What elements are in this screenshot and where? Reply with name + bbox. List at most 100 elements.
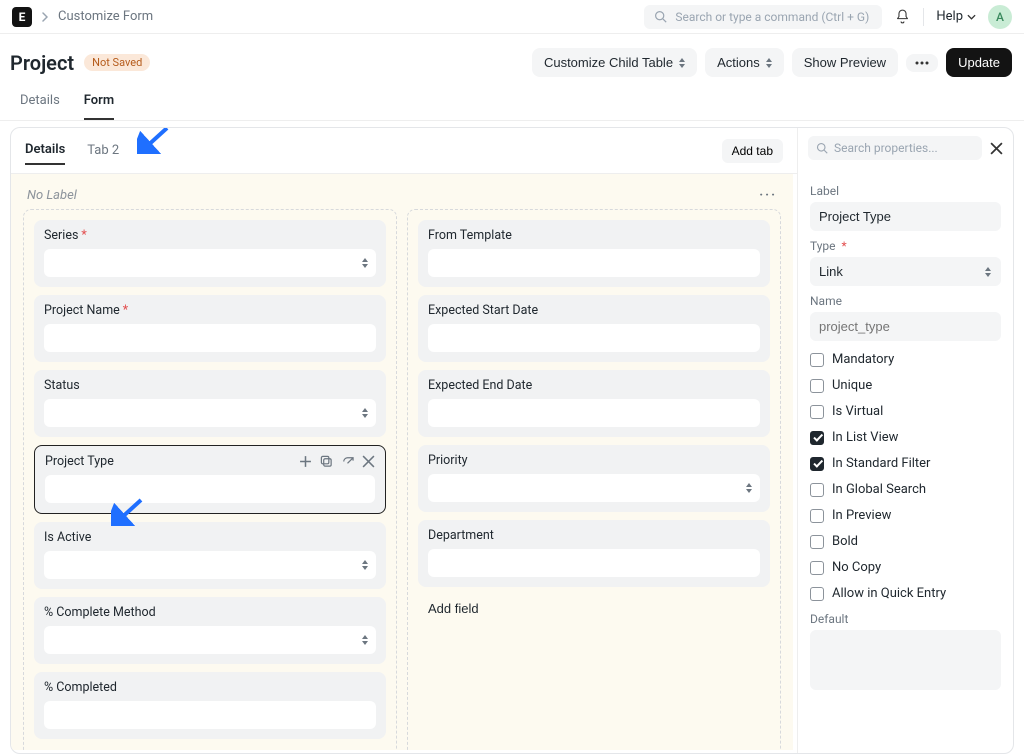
field-input[interactable]	[44, 551, 376, 579]
chevron-down-icon	[967, 14, 976, 20]
status-badge: Not Saved	[84, 54, 150, 71]
form-field[interactable]: Project Type	[34, 445, 386, 514]
form-field[interactable]: Status	[34, 370, 386, 437]
prop-default-input[interactable]	[810, 630, 1001, 690]
section-menu-icon[interactable]: ···	[759, 188, 777, 203]
prop-checkbox-row[interactable]: In Standard Filter	[810, 456, 1001, 471]
prop-checkbox-row[interactable]: In Global Search	[810, 482, 1001, 497]
checkbox[interactable]	[810, 535, 824, 549]
field-input[interactable]	[45, 475, 375, 503]
field-label-text: Is Active	[44, 530, 91, 545]
help-menu[interactable]: Help	[936, 9, 976, 24]
updown-icon	[362, 408, 368, 418]
field-label-text: Series	[44, 228, 78, 243]
prop-label-label: Label	[810, 184, 1001, 198]
checkbox[interactable]	[810, 457, 824, 471]
form-canvas: Details Tab 2 Add tab No Label ··· Serie…	[11, 128, 797, 753]
form-field[interactable]: Priority	[418, 445, 770, 512]
checkbox-label: Unique	[832, 378, 872, 393]
tab-2-inner[interactable]: Tab 2	[87, 137, 119, 164]
checkbox[interactable]	[810, 405, 824, 419]
form-field[interactable]: Expected Start Date	[418, 295, 770, 362]
prop-checkbox-row[interactable]: In List View	[810, 430, 1001, 445]
field-label-text: From Template	[428, 228, 512, 243]
search-placeholder: Search or type a command (Ctrl + G)	[675, 10, 869, 24]
prop-label-input[interactable]	[810, 202, 1001, 231]
form-field[interactable]: Department	[418, 520, 770, 587]
checkbox[interactable]	[810, 509, 824, 523]
form-field[interactable]: Is Active	[34, 522, 386, 589]
checkbox-label: Bold	[832, 534, 858, 549]
form-field[interactable]: From Template	[418, 220, 770, 287]
outer-tabs: Details Form	[0, 85, 1024, 121]
properties-panel: Search properties... Label Type * Name M…	[797, 128, 1013, 753]
field-label-text: Project Type	[45, 454, 114, 469]
field-input[interactable]	[44, 399, 376, 427]
topbar: E Customize Form Search or type a comman…	[0, 0, 1024, 34]
properties-search[interactable]: Search properties...	[808, 136, 982, 160]
copy-icon[interactable]	[320, 455, 333, 468]
prop-checkbox-row[interactable]: Bold	[810, 534, 1001, 549]
show-preview-button[interactable]: Show Preview	[792, 48, 898, 77]
prop-checkbox-row[interactable]: Is Virtual	[810, 404, 1001, 419]
checkbox[interactable]	[810, 561, 824, 575]
command-search[interactable]: Search or type a command (Ctrl + G)	[644, 5, 882, 29]
notifications-icon[interactable]	[894, 8, 911, 25]
app-logo[interactable]: E	[12, 7, 32, 27]
checkbox[interactable]	[810, 483, 824, 497]
close-panel-button[interactable]	[990, 142, 1003, 155]
form-field[interactable]: Series*	[34, 220, 386, 287]
breadcrumb[interactable]: Customize Form	[58, 9, 153, 24]
prop-checkbox-row[interactable]: In Preview	[810, 508, 1001, 523]
add-icon[interactable]	[299, 455, 312, 468]
dots-icon	[915, 61, 929, 65]
field-label-text: Department	[428, 528, 494, 543]
form-field[interactable]: % Complete Method	[34, 597, 386, 664]
update-button[interactable]: Update	[946, 48, 1012, 77]
prop-checkbox-row[interactable]: Unique	[810, 378, 1001, 393]
tab-details-outer[interactable]: Details	[20, 85, 60, 120]
field-label-text: % Completed	[44, 680, 117, 695]
breadcrumb-separator	[42, 12, 48, 22]
actions-menu-button[interactable]: Actions	[705, 48, 784, 77]
workspace: Details Tab 2 Add tab No Label ··· Serie…	[10, 127, 1014, 754]
field-input[interactable]	[428, 324, 760, 352]
checkbox[interactable]	[810, 431, 824, 445]
add-tab-button[interactable]: Add tab	[722, 139, 783, 163]
close-icon[interactable]	[362, 455, 375, 468]
prop-checkbox-row[interactable]: No Copy	[810, 560, 1001, 575]
prop-name-input[interactable]	[810, 312, 1001, 341]
prop-type-select[interactable]	[810, 257, 1001, 286]
add-field-button[interactable]: Add field	[418, 595, 489, 622]
field-input[interactable]	[428, 399, 760, 427]
checkbox[interactable]	[810, 379, 824, 393]
checkbox-label: In Standard Filter	[832, 456, 930, 471]
tab-details-inner[interactable]: Details	[25, 136, 65, 165]
field-input[interactable]	[44, 249, 376, 277]
field-input[interactable]	[44, 701, 376, 729]
field-input[interactable]	[428, 249, 760, 277]
prop-name-label: Name	[810, 294, 1001, 308]
checkbox[interactable]	[810, 587, 824, 601]
checkbox[interactable]	[810, 353, 824, 367]
user-avatar[interactable]: A	[988, 5, 1012, 29]
add-field-button[interactable]: Add field	[34, 747, 105, 750]
search-icon	[654, 10, 667, 23]
section-no-label: No Label ··· Series* Project Name* Statu…	[11, 174, 793, 750]
form-field[interactable]: Expected End Date	[418, 370, 770, 437]
field-input[interactable]	[428, 549, 760, 577]
prop-checkbox-row[interactable]: Allow in Quick Entry	[810, 586, 1001, 601]
form-field[interactable]: Project Name*	[34, 295, 386, 362]
more-menu-button[interactable]	[906, 54, 938, 72]
prop-checkbox-row[interactable]: Mandatory	[810, 352, 1001, 367]
field-input[interactable]	[44, 324, 376, 352]
updown-icon	[985, 267, 991, 277]
field-input[interactable]	[44, 626, 376, 654]
customize-child-table-button[interactable]: Customize Child Table	[532, 48, 697, 77]
column-left: Series* Project Name* Status Project Typ…	[23, 209, 397, 750]
tab-form-outer[interactable]: Form	[84, 85, 114, 120]
link-out-icon[interactable]	[341, 455, 354, 468]
checkbox-label: Mandatory	[832, 352, 894, 367]
field-input[interactable]	[428, 474, 760, 502]
checkbox-label: Is Virtual	[832, 404, 883, 419]
